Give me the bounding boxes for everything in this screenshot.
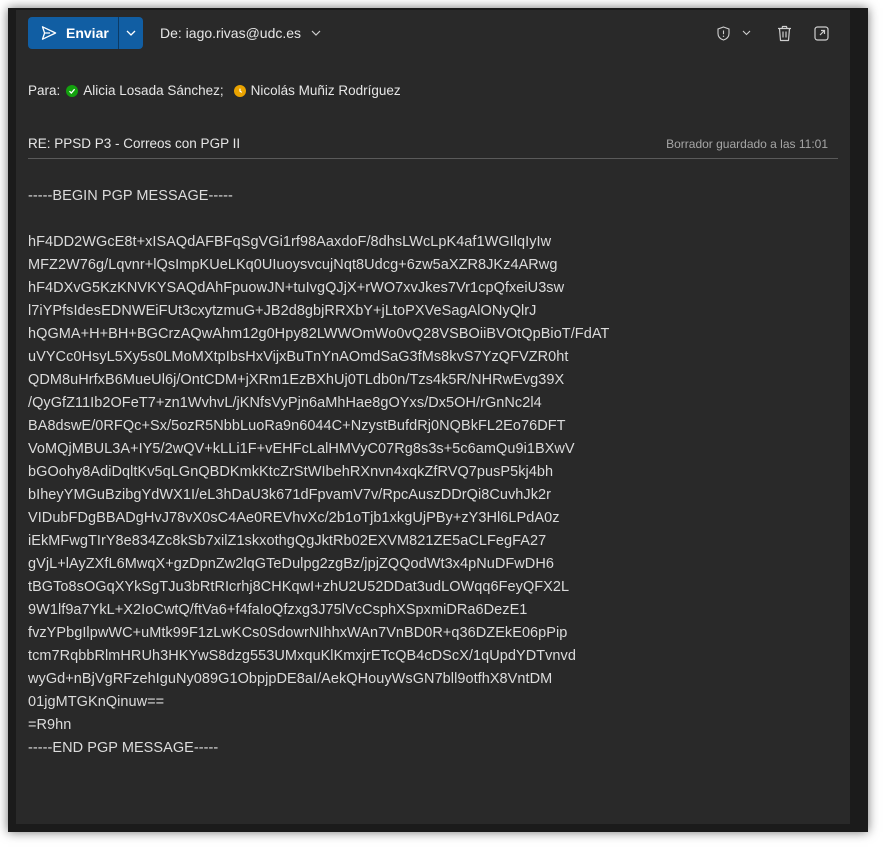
send-button-label: Enviar xyxy=(66,25,109,41)
toolbar-actions xyxy=(715,24,830,42)
pgp-line: l7iYPfsIdesEDNWEiFUt3cxytzmuG+JB2d8gbjRR… xyxy=(28,303,537,319)
pgp-line: tcm7RqbbRlmHRUh3HKYwS8dzg553UMxquKlKmxjr… xyxy=(28,648,576,664)
pgp-begin-line: -----BEGIN PGP MESSAGE----- xyxy=(28,188,233,204)
pgp-line: VIDubFDgBBADgHvJ78vX0sC4Ae0REVhvXc/2b1oT… xyxy=(28,510,560,526)
pgp-line: /QyGfZ11Ib2OFeT7+zn1WvhvL/jKNfsVyPjn6aMh… xyxy=(28,395,542,411)
trash-icon xyxy=(777,25,791,41)
recipient-name: Nicolás Muñiz Rodríguez xyxy=(250,83,401,98)
message-body[interactable]: -----BEGIN PGP MESSAGE----- hF4DD2WGcE8t… xyxy=(28,185,828,760)
send-options-button[interactable] xyxy=(118,17,143,49)
compose-window: Enviar De: iago.rivas@udc.es Para: Alici… xyxy=(16,10,850,824)
from-label: De: iago.rivas@udc.es xyxy=(160,25,302,41)
to-label: Para: xyxy=(28,83,61,98)
draft-saved-status: Borrador guardado a las 11:01 xyxy=(666,137,828,151)
pop-out-button[interactable] xyxy=(812,24,830,42)
to-field[interactable]: Para: Alicia Losada Sánchez; Nicolás Muñ… xyxy=(28,83,411,98)
pgp-line: =R9hn xyxy=(28,717,72,733)
pgp-line: hQGMA+H+BH+BGCrzAQwAhm12g0Hpy82LWWOmWo0v… xyxy=(28,326,610,342)
pgp-line: hF4DXvG5KzKNVKYSAQdAhFpuowJN+tuIvgQJjX+r… xyxy=(28,280,565,296)
pgp-line: 01jgMTGKnQinuw== xyxy=(28,694,165,710)
chevron-down-icon xyxy=(311,30,321,36)
pop-out-icon xyxy=(813,25,829,41)
shield-icon xyxy=(716,25,730,41)
send-button[interactable]: Enviar xyxy=(28,17,118,49)
sensitivity-options-button[interactable] xyxy=(739,24,753,42)
pgp-line: hF4DD2WGcE8t+xISAQdAFBFqSgVGi1rf98AaxdoF… xyxy=(28,234,552,250)
recipient-chip[interactable]: Alicia Losada Sánchez; xyxy=(66,83,224,98)
pgp-line: VoMQjMBUL3A+IY5/2wQV+kLLi1F+vEHFcLalHMVy… xyxy=(28,441,575,457)
chevron-down-icon xyxy=(126,30,136,36)
available-status-icon xyxy=(66,84,79,97)
pgp-line: uVYCc0HsyL5Xy5s0LMoMXtpIbsHxVijxBuTnYnAO… xyxy=(28,349,569,365)
send-icon xyxy=(41,26,57,40)
pgp-payload: hF4DD2WGcE8t+xISAQdAFBFqSgVGi1rf98AaxdoF… xyxy=(28,231,828,737)
away-status-icon xyxy=(233,84,246,97)
pgp-line: tBGTo8sOGqXYkSgTJu3bRtRIcrhj8CHKqwI+zhU2… xyxy=(28,579,570,595)
pgp-line: 9W1lf9a7YkL+X2IoCwtQ/ftVa6+f4faIoQfzxg3J… xyxy=(28,602,528,618)
pgp-end-line: -----END PGP MESSAGE----- xyxy=(28,740,219,756)
pgp-line: bIheyYMGuBzibgYdWX1I/eL3hDaU3k671dFpvamV… xyxy=(28,487,552,503)
send-button-group: Enviar xyxy=(28,17,143,49)
sensitivity-button[interactable] xyxy=(715,24,731,42)
recipient-name: Alicia Losada Sánchez; xyxy=(83,83,224,98)
subject-field[interactable]: RE: PPSD P3 - Correos con PGP II Borrado… xyxy=(28,136,838,159)
subject-text[interactable]: RE: PPSD P3 - Correos con PGP II xyxy=(28,136,240,151)
pgp-line: wyGd+nBjVgRFzehIguNy089G1ObpjpDE8aI/AekQ… xyxy=(28,671,553,687)
pgp-line: fvzYPbgIlpwWC+uMtk99F1zLwKCs0SdowrNIhhxW… xyxy=(28,625,568,641)
chevron-down-icon xyxy=(742,30,750,36)
compose-toolbar: Enviar De: iago.rivas@udc.es xyxy=(16,10,850,58)
discard-button[interactable] xyxy=(775,24,793,42)
from-selector[interactable]: De: iago.rivas@udc.es xyxy=(160,25,321,41)
pgp-line: gVjL+lAyZXfL6MwqX+gzDpnZw2lqGTeDulpg2zgB… xyxy=(28,556,554,572)
pgp-line: MFZ2W76g/Lqvnr+lQsImpKUeLKq0UIuoysvcujNq… xyxy=(28,257,558,273)
recipient-chip[interactable]: Nicolás Muñiz Rodríguez xyxy=(233,83,401,98)
pgp-line: bGOohy8AdiDqltKv5qLGnQBDKmkKtcZrStWIbehR… xyxy=(28,464,554,480)
pgp-line: QDM8uHrfxB6MueUl6j/OntCDM+jXRm1EzBXhUj0T… xyxy=(28,372,565,388)
pgp-line: iEkMFwgTIrY8e834Zc8kSb7xilZ1skxothgQgJkt… xyxy=(28,533,547,549)
pgp-line: BA8dswE/0RFQc+Sx/5ozR5NbbLuoRa9n6044C+Nz… xyxy=(28,418,566,434)
